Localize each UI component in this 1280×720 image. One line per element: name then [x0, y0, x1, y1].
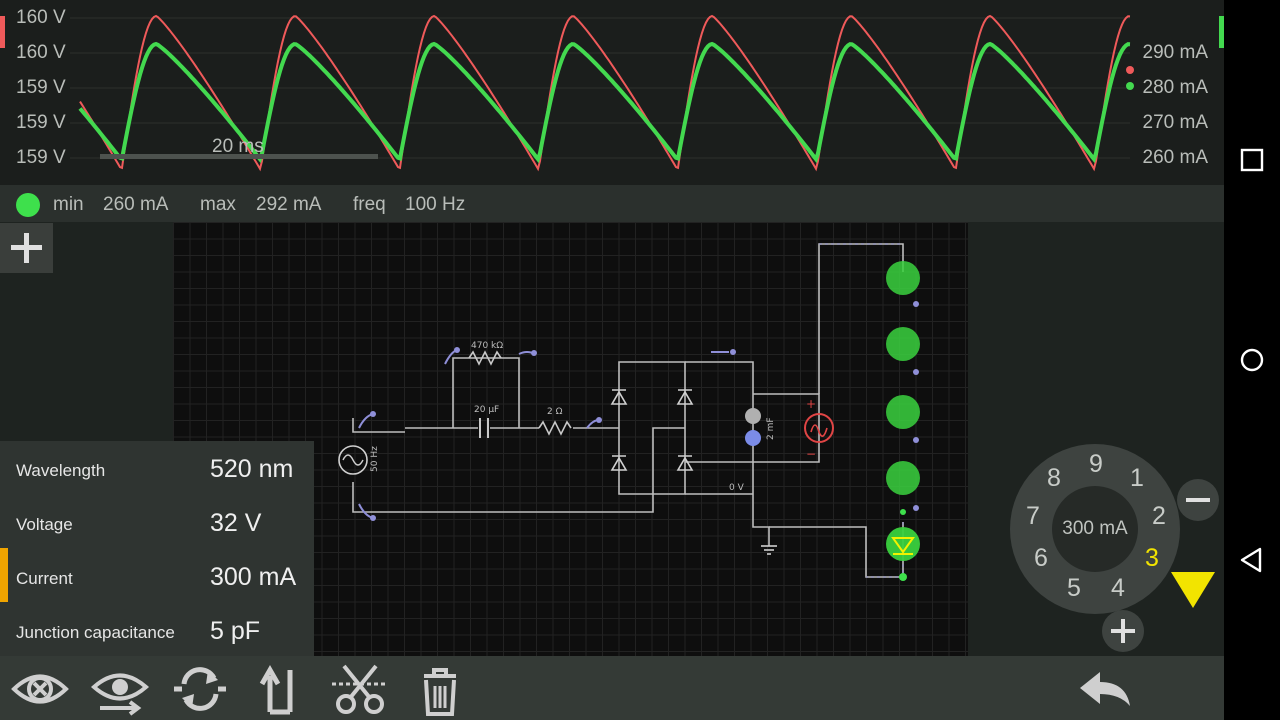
voltage-scale-marker — [0, 16, 5, 48]
measurement-bar: min 260 mA max 292 mA freq 100 Hz — [0, 185, 1224, 222]
hide-icon[interactable] — [10, 662, 70, 716]
dial-number[interactable]: 8 — [1039, 464, 1069, 493]
probe-markers — [358, 349, 729, 519]
plus-icon — [11, 233, 42, 263]
freq-label: freq — [353, 194, 386, 215]
left-axis-label: 160 V — [16, 7, 66, 28]
probe-dots — [370, 347, 736, 521]
property-label: Voltage — [16, 515, 73, 534]
property-value: 520 nm — [210, 455, 294, 483]
resistor1-label: 470 kΩ — [471, 341, 503, 351]
right-axis-label: 280 mA — [1142, 77, 1208, 98]
capacitor1-label: 20 µF — [474, 405, 499, 415]
back-icon[interactable] — [1238, 546, 1266, 574]
freq-value: 100 Hz — [405, 194, 466, 215]
probe-indicator — [16, 193, 40, 217]
dial-number[interactable]: 9 — [1081, 450, 1111, 479]
dial-number[interactable]: 5 — [1059, 574, 1089, 603]
current-trace-cursor — [1126, 82, 1134, 90]
min-label: min — [53, 194, 84, 215]
left-axis-label: 159 V — [16, 147, 66, 168]
home-icon[interactable] — [1238, 346, 1266, 374]
right-axis-label: 270 mA — [1142, 112, 1208, 133]
dial-value: 300 mA — [1062, 518, 1128, 539]
dial-number[interactable]: 4 — [1103, 574, 1133, 603]
left-axis-label: 159 V — [16, 112, 66, 133]
plus-icon — [1111, 619, 1135, 643]
dial-number[interactable]: 7 — [1018, 502, 1048, 531]
min-value: 260 mA — [103, 194, 169, 215]
ground-voltage-label: 0 V — [729, 483, 745, 493]
property-value: 5 pF — [210, 617, 261, 645]
bridge-diodes — [610, 389, 694, 471]
source-freq-label: 50 Hz — [370, 446, 380, 472]
system-navigation-bar — [1224, 0, 1280, 720]
max-label: max — [200, 194, 236, 215]
dial-increment-button[interactable] — [1102, 610, 1144, 652]
rotate-icon[interactable] — [170, 662, 230, 716]
timescale-label: 20 ms — [212, 136, 264, 157]
recents-icon[interactable] — [1238, 146, 1266, 174]
property-value: 32 V — [210, 509, 262, 537]
properties-panel: Wavelength 520 nm Voltage 32 V Current 3… — [0, 441, 314, 656]
dial-center: 300 mA — [1052, 486, 1138, 572]
dial-pointer-icon — [1171, 572, 1215, 608]
meter-minus: − — [806, 447, 816, 461]
wire — [352, 427, 685, 513]
dial-number[interactable]: 2 — [1144, 502, 1174, 531]
oscilloscope-panel[interactable]: 160 V 160 V 159 V 159 V 159 V 290 mA 280… — [0, 0, 1224, 185]
dial-number-selected[interactable]: 3 — [1137, 544, 1167, 573]
bottom-toolbar — [0, 656, 1224, 720]
selected-property-accent — [0, 548, 8, 602]
left-axis-label: 160 V — [16, 42, 66, 63]
resistor2-label: 2 Ω — [547, 407, 563, 417]
right-axis-label: 260 mA — [1142, 147, 1208, 168]
dial-number[interactable]: 1 — [1122, 464, 1152, 493]
wire — [452, 357, 520, 428]
app-window: 160 V 160 V 159 V 159 V 159 V 290 mA 280… — [0, 0, 1224, 720]
dial-number[interactable]: 6 — [1026, 544, 1056, 573]
resistor-symbol — [538, 420, 572, 436]
wire — [752, 462, 770, 546]
add-component-button[interactable] — [0, 223, 53, 273]
max-value: 292 mA — [256, 194, 322, 215]
meter-plus: + — [806, 397, 816, 411]
value-dial[interactable]: 300 mA 9 1 2 3 4 5 6 7 8 — [1010, 444, 1180, 614]
property-row[interactable]: Wavelength 520 nm — [0, 441, 314, 495]
property-label: Junction capacitance — [16, 623, 175, 642]
ground-symbol — [761, 545, 777, 555]
property-row[interactable]: Current 300 mA — [0, 549, 314, 603]
voltage-trace-cursor — [1126, 66, 1134, 74]
property-row[interactable]: Voltage 32 V — [0, 495, 314, 549]
dial-decrement-button[interactable] — [1177, 479, 1219, 521]
delete-icon[interactable] — [410, 662, 470, 716]
flip-icon[interactable] — [250, 662, 310, 716]
capacitor-plus-pad — [745, 408, 761, 424]
left-axis-label: 159 V — [16, 77, 66, 98]
cut-icon[interactable] — [330, 662, 390, 716]
wire — [685, 361, 754, 463]
right-axis-label: 290 mA — [1142, 42, 1208, 63]
capacitor2-label: 2 mF — [766, 417, 776, 440]
property-label: Wavelength — [16, 461, 106, 480]
minus-icon — [1186, 498, 1210, 502]
property-label: Current — [16, 569, 73, 588]
property-value: 300 mA — [210, 563, 297, 591]
property-row[interactable]: Junction capacitance 5 pF — [0, 603, 314, 657]
undo-icon[interactable] — [1076, 662, 1136, 716]
capacitor-minus-pad — [745, 430, 761, 446]
wire — [769, 522, 904, 578]
wire — [818, 243, 904, 394]
capacitor-symbol — [479, 418, 489, 438]
eye-arrow-icon[interactable] — [90, 662, 150, 716]
